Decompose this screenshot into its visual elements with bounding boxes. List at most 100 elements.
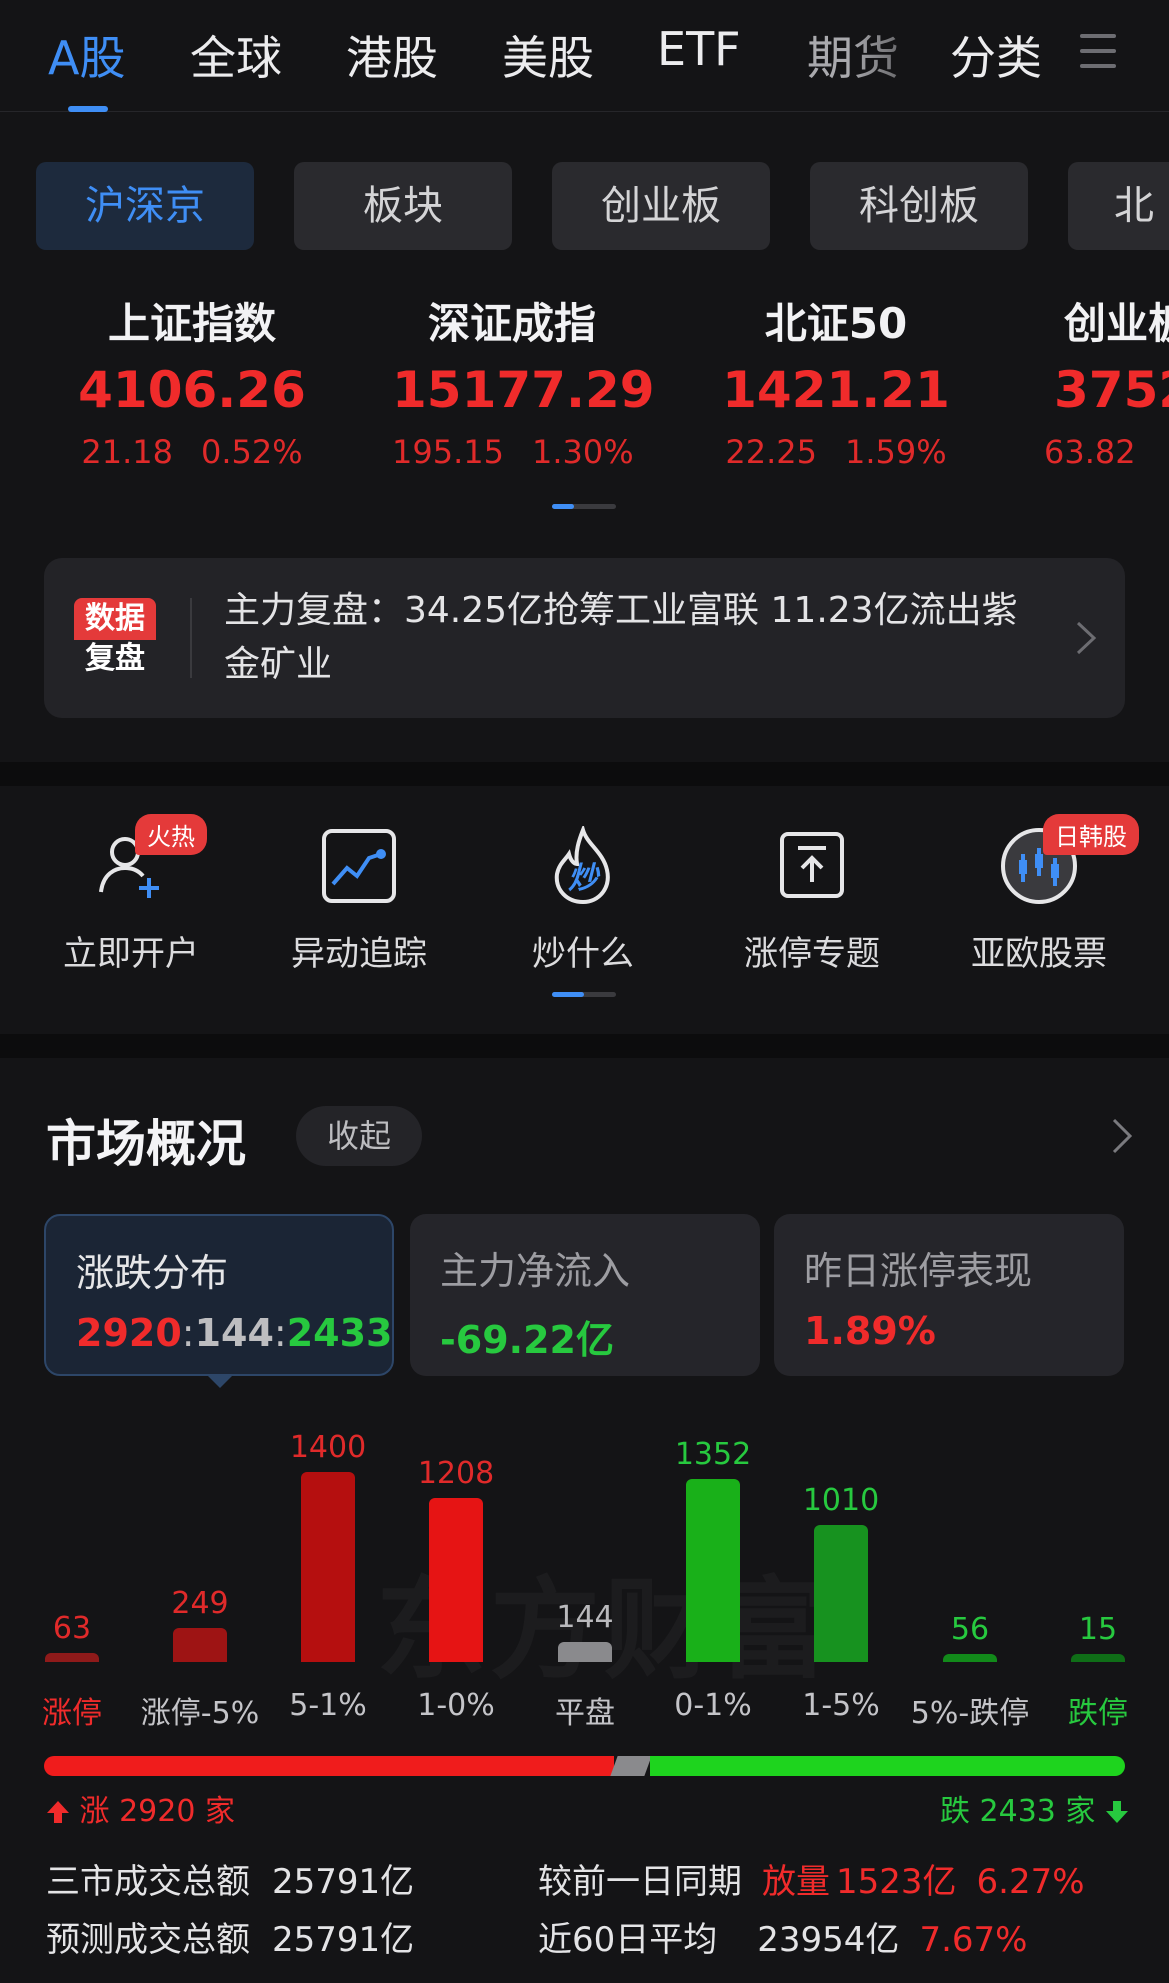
- active-tab-indicator: [68, 106, 108, 112]
- chart-bar-value: 15: [1078, 1612, 1118, 1647]
- down-summary: 跌 2433 家: [940, 1786, 1129, 1830]
- chart-bar-value: 1400: [289, 1430, 367, 1465]
- chart-bar-value: 1010: [802, 1483, 880, 1518]
- tab-categories[interactable]: 分类: [950, 22, 1042, 88]
- chart-category-label: 5-1%: [289, 1688, 367, 1723]
- top-nav: A股 全球 港股 美股 ETF 期货 分类: [0, 0, 1169, 112]
- index-card[interactable]: 创业板 3752 63.82: [1030, 290, 1169, 471]
- net-inflow-value: -69.22亿: [440, 1318, 614, 1362]
- index-change: 195.15: [392, 433, 504, 471]
- chart-bar-value: 63: [52, 1611, 92, 1646]
- tab-hk[interactable]: 港股: [346, 22, 438, 88]
- index-value: 15177.29: [392, 361, 655, 419]
- flat-count: 144: [194, 1311, 274, 1355]
- sixty-day-average: 近60日平均 23954亿 7.67%: [538, 1920, 1028, 1960]
- quick-limit-up[interactable]: 涨停专题: [717, 820, 907, 975]
- compare-previous: 较前一日同期 放量 1523亿 6.27%: [538, 1862, 1085, 1902]
- quick-pager-thumb: [552, 992, 584, 997]
- index-pager-thumb: [552, 504, 574, 509]
- menu-icon[interactable]: [1080, 34, 1116, 68]
- index-name: 北证50: [764, 299, 908, 348]
- chart-bar-value: 56: [950, 1612, 990, 1647]
- market-overview-title: 市场概况: [46, 1115, 246, 1173]
- index-value: 1421.21: [722, 361, 950, 419]
- index-pct: 1.59%: [844, 433, 947, 471]
- chart-bar-value: 144: [556, 1600, 614, 1635]
- arrow-down-icon: [1105, 1801, 1128, 1823]
- tab-etf[interactable]: ETF: [657, 22, 741, 76]
- limit-up-perf-value: 1.89%: [804, 1309, 936, 1353]
- subtab-sectors[interactable]: 板块: [294, 162, 512, 250]
- svg-text:炒: 炒: [568, 861, 601, 896]
- card-net-inflow[interactable]: 主力净流入 -69.22亿: [410, 1214, 760, 1376]
- tab-a-shares[interactable]: A股: [48, 22, 125, 88]
- chart-bar: [943, 1654, 997, 1662]
- quick-label: 立即开户: [63, 934, 199, 974]
- chart-bar: [686, 1479, 740, 1662]
- chart-category-label: 涨停: [42, 1696, 102, 1731]
- banner-divider: [190, 598, 192, 678]
- subtab-bse[interactable]: 北交: [1068, 162, 1169, 250]
- data-review-banner[interactable]: 数据 复盘 主力复盘：34.25亿抢筹工业富联 11.23亿流出紫金矿业: [44, 558, 1125, 718]
- index-change: 21.18: [81, 433, 173, 471]
- section-divider: [0, 762, 1169, 786]
- up-count: 2920: [76, 1311, 182, 1355]
- up-summary: 涨 2920 家: [46, 1786, 235, 1830]
- data-review-badge: 数据 复盘: [74, 598, 156, 680]
- card-pointer: [206, 1374, 234, 1388]
- quick-open-account[interactable]: 火热 立即开户: [36, 814, 226, 975]
- tab-global[interactable]: 全球: [190, 22, 282, 88]
- asia-tag: 日韩股: [1043, 814, 1139, 855]
- quick-asia-europe[interactable]: 日韩股 亚欧股票: [944, 814, 1139, 975]
- quick-label: 炒什么: [532, 934, 634, 974]
- chart-bar: [301, 1472, 355, 1662]
- card-yesterday-limit-up[interactable]: 昨日涨停表现 1.89%: [774, 1214, 1124, 1376]
- chart-bar: [173, 1628, 227, 1662]
- collapse-button[interactable]: 收起: [296, 1106, 422, 1166]
- chart-bar-value: 1208: [417, 1456, 495, 1491]
- forecast-turnover: 预测成交总额 25791亿: [46, 1920, 415, 1960]
- index-value: 4106.26: [78, 361, 306, 419]
- chart-category-label: 跌停: [1068, 1696, 1128, 1731]
- chart-category-label: 1-0%: [417, 1688, 495, 1723]
- section-divider: [0, 1034, 1169, 1058]
- index-card[interactable]: 北证50 1421.21 22.25 1.59%: [716, 290, 956, 471]
- down-count: 2433: [286, 1311, 393, 1355]
- index-card[interactable]: 上证指数 4106.26 21.18 0.52%: [72, 290, 312, 471]
- index-name: 创业板: [1064, 299, 1169, 348]
- card-distribution[interactable]: 涨跌分布 2920:144:2433: [44, 1214, 394, 1376]
- flat-ratio-bar: [610, 1756, 652, 1776]
- quick-anomaly-tracking[interactable]: 异动追踪: [264, 820, 454, 975]
- chart-bar: [1071, 1654, 1125, 1662]
- subtab-hushenjing[interactable]: 沪深京: [36, 162, 254, 250]
- chart-bar-value: 1352: [674, 1437, 752, 1472]
- chart-category-label: 涨停-5%: [140, 1696, 260, 1731]
- index-change: 22.25: [725, 433, 817, 471]
- quick-label: 涨停专题: [744, 934, 880, 974]
- subtab-star[interactable]: 科创板: [810, 162, 1028, 250]
- hot-tag: 火热: [135, 814, 207, 855]
- index-change: 63.82: [1044, 433, 1136, 471]
- chart-bar: [814, 1525, 868, 1662]
- tab-fade: [850, 0, 950, 110]
- index-pct: 0.52%: [200, 433, 303, 471]
- quick-what-to-trade[interactable]: 炒 炒什么: [488, 820, 678, 997]
- upload-box-icon: [780, 832, 844, 898]
- chart-category-label: 平盘: [555, 1696, 615, 1731]
- chart-category-label: 1-5%: [802, 1688, 880, 1723]
- flame-icon: 炒: [554, 823, 610, 905]
- chart-category-label: 0-1%: [674, 1688, 752, 1723]
- chevron-right-icon: [1076, 621, 1097, 655]
- down-ratio-bar: [650, 1756, 1125, 1776]
- subtab-chinext[interactable]: 创业板: [552, 162, 770, 250]
- up-ratio-bar: [44, 1756, 614, 1776]
- index-value: 3752: [1054, 361, 1169, 419]
- quick-label: 亚欧股票: [971, 934, 1107, 974]
- arrow-up-icon: [47, 1801, 69, 1823]
- chart-bar: [429, 1498, 483, 1662]
- quick-label: 异动追踪: [291, 934, 427, 974]
- chevron-right-icon[interactable]: [1110, 1116, 1134, 1156]
- chart-bar: [45, 1653, 99, 1662]
- tab-us[interactable]: 美股: [502, 22, 594, 88]
- index-card[interactable]: 深证成指 15177.29 195.15 1.30%: [392, 290, 655, 471]
